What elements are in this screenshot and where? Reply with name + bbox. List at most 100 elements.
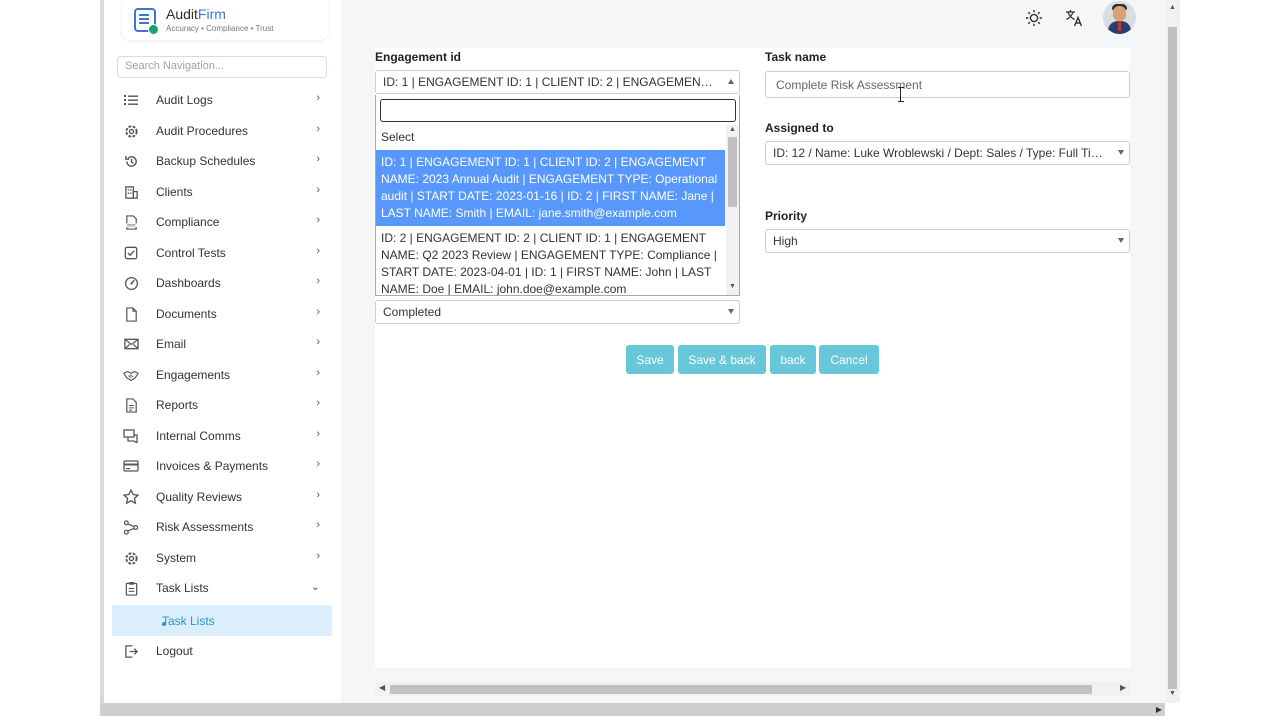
assigned-to-select[interactable]: ID: 12 / Name: Luke Wroblewski / Dept: S… [765,141,1130,165]
sidebar-item-engagements[interactable]: Engagements › [112,361,330,389]
horizontal-scroll-thumb[interactable] [390,685,1092,694]
scroll-right-icon[interactable]: ▶ [1120,683,1126,692]
sidebar-item-risk-assessments[interactable]: Risk Assessments › [112,513,330,541]
caret-down-icon [728,309,734,314]
text-cursor-icon [898,87,904,102]
brand-name: AuditFirm [166,7,273,22]
sidebar-item-label: Quality Reviews [156,490,243,504]
sidebar-item-reports[interactable]: Reports › [112,391,330,419]
chevron-right-icon: › [316,519,320,531]
gauge-icon [123,275,139,291]
dropdown-scroll-thumb[interactable] [728,137,737,207]
chevron-right-icon: › [316,123,320,135]
sidebar-item-control-tests[interactable]: Control Tests › [112,239,330,267]
logout-icon [123,643,139,659]
sidebar-item-clients[interactable]: Clients › [112,178,330,206]
sidebar-subitem-task-lists[interactable]: Task Lists [112,605,332,636]
checkbox-icon [123,245,139,261]
sidebar-item-invoices-payments[interactable]: Invoices & Payments › [112,452,330,480]
sidebar: AuditFirm Accuracy • Compliance • Trust … [104,0,341,703]
sidebar-item-system[interactable]: System › [112,544,330,572]
horizontal-scrollbar[interactable]: ◀ ▶ [375,682,1130,696]
chevron-right-icon: › [316,306,320,318]
handshake-icon [123,367,139,383]
priority-select[interactable]: High [765,229,1130,253]
brand[interactable]: AuditFirm Accuracy • Compliance • Trust [122,0,328,40]
sidebar-item-documents[interactable]: Documents › [112,300,330,328]
brand-name-part2: Firm [197,6,226,22]
chevron-right-icon: › [316,367,320,379]
chevron-right-icon: › [316,184,320,196]
sidebar-item-quality-reviews[interactable]: Quality Reviews › [112,483,330,511]
sidebar-item-label: Engagements [156,368,231,382]
task-name-input[interactable]: Complete Risk Assessment [765,71,1130,98]
engagement-id-select[interactable]: ID: 1 | ENGAGEMENT ID: 1 | CLIENT ID: 2 … [375,70,740,94]
cancel-button[interactable]: Cancel [819,345,879,374]
sidebar-item-dashboards[interactable]: Dashboards › [112,269,330,297]
sidebar-item-label: Dashboards [156,276,221,290]
gear-icon [123,123,139,139]
chevron-right-icon: › [316,275,320,287]
cog-icon [123,550,139,566]
dropdown-scrollbar[interactable]: ▲ ▼ [726,125,739,295]
translate-icon[interactable] [1064,8,1084,28]
sidebar-item-backup-schedules[interactable]: Backup Schedules › [112,147,330,175]
scroll-down-icon[interactable]: ▼ [1169,690,1176,697]
user-avatar[interactable] [1103,1,1136,34]
sidebar-item-label: Risk Assessments [156,520,254,534]
window-bottom-scrollbar[interactable] [100,703,1165,716]
sidebar-item-compliance[interactable]: DOC Compliance › [112,208,330,236]
scroll-down-icon[interactable]: ▼ [729,283,736,290]
page-vertical-scrollbar[interactable]: ▲ ▼ [1166,0,1180,703]
chevron-right-icon: › [316,92,320,104]
window-left-margin [0,0,100,720]
scroll-up-icon[interactable]: ▲ [1169,4,1176,11]
sidebar-item-task-lists[interactable]: Task Lists ⌄ [112,574,330,602]
doc-icon: DOC [123,214,139,230]
dropdown-option[interactable]: ID: 2 | ENGAGEMENT ID: 2 | CLIENT ID: 1 … [376,226,725,295]
theme-toggle-icon[interactable] [1024,8,1044,28]
nav-search-input[interactable]: Search Navigation... [117,56,327,78]
card-icon [123,458,139,474]
sidebar-item-label: Backup Schedules [156,154,256,168]
history-icon [123,153,139,169]
sidebar-item-logout[interactable]: Logout [112,637,330,665]
status-value: Completed [383,305,442,319]
dropdown-option-highlighted[interactable]: ID: 1 | ENGAGEMENT ID: 1 | CLIENT ID: 2 … [376,150,725,226]
assigned-to-label: Assigned to [765,121,834,135]
sidebar-item-label: Compliance [156,215,220,229]
sidebar-item-label: Email [156,337,187,351]
sidebar-item-label: Invoices & Payments [156,459,269,473]
sidebar-item-audit-procedures[interactable]: Audit Procedures › [112,117,330,145]
dropdown-option[interactable]: Select [376,125,725,150]
chevron-right-icon: › [316,153,320,165]
sidebar-item-label: Control Tests [156,246,226,260]
chevron-right-icon: › [316,214,320,226]
brand-name-part1: Audit [166,6,198,22]
back-button[interactable]: back [770,345,816,374]
save-and-back-button[interactable]: Save & back [678,345,766,374]
sidebar-item-internal-comms[interactable]: Internal Comms › [112,422,330,450]
sidebar-item-audit-logs[interactable]: Audit Logs › [112,86,330,114]
status-select[interactable]: Completed [375,300,740,324]
sidebar-item-label: Task Lists [156,581,209,595]
page-scroll-thumb[interactable] [1168,27,1177,689]
dropdown-search-input[interactable] [380,99,736,122]
scroll-up-icon[interactable]: ▲ [729,126,736,133]
sidebar-item-label: Internal Comms [156,429,241,443]
sidebar-item-label: Logout [156,644,193,658]
svg-text:DOC: DOC [127,223,136,227]
save-button[interactable]: Save [626,345,674,374]
envelope-icon [123,336,139,352]
sidebar-item-label: Audit Procedures [156,124,249,138]
sidebar-item-email[interactable]: Email › [112,330,330,358]
list-icon [123,92,139,108]
chat-icon [123,428,139,444]
scroll-right-icon[interactable]: ▶ [1153,703,1165,716]
building-icon [123,184,139,200]
caret-up-icon [728,79,734,84]
brand-tagline: Accuracy • Compliance • Trust [166,24,274,33]
file-icon [123,306,139,322]
sidebar-item-label: Documents [156,307,217,321]
scroll-left-icon[interactable]: ◀ [379,683,385,692]
